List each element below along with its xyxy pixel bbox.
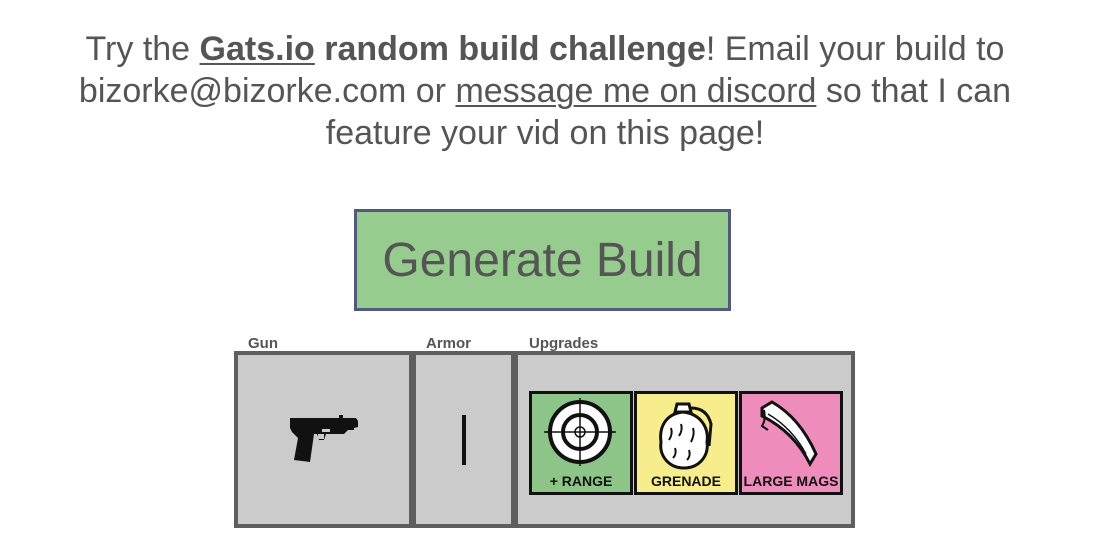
intro-prefix: Try the (85, 30, 200, 68)
upgrades-slot: + RANGE GRENADE LARGE MAGS (518, 355, 851, 524)
upgrade-label-grenade: GRENADE (650, 473, 721, 489)
generate-build-button[interactable]: Generate Build (354, 209, 731, 311)
gun-column-label: Gun (248, 335, 278, 352)
build-result-panel: + RANGE GRENADE LARGE MAGS (234, 351, 855, 528)
upgrade-card-range: + RANGE (529, 391, 633, 495)
pistol-icon (289, 414, 358, 462)
upgrades-column-label: Upgrades (529, 335, 599, 352)
gats-io-link[interactable]: Gats.io (200, 30, 315, 68)
discord-link[interactable]: message me on discord (455, 72, 816, 110)
upgrade-label-range: + RANGE (549, 473, 613, 489)
upgrade-card-large-mags: LARGE MAGS (739, 391, 843, 495)
upgrade-label-large-mags: LARGE MAGS (743, 473, 839, 489)
intro-text: Try the Gats.io random build challenge! … (60, 28, 1030, 154)
upgrade-card-grenade: GRENADE (634, 391, 738, 495)
armor-slot (416, 355, 511, 524)
intro-challenge-text: random build challenge (314, 30, 706, 68)
armor-column-label: Armor (426, 335, 472, 352)
armor-level-bar-icon (461, 414, 466, 465)
gun-slot (238, 355, 409, 524)
